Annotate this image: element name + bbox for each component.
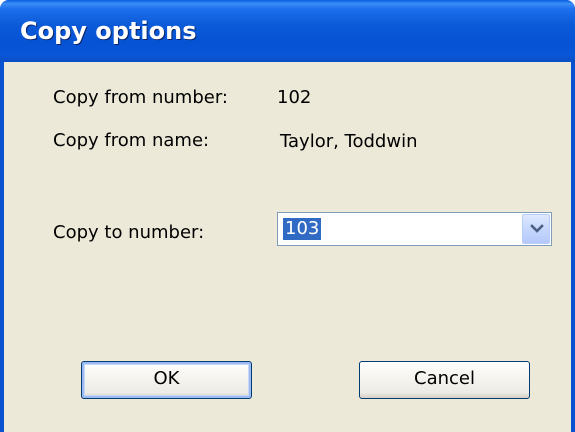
chevron-down-icon (530, 224, 544, 233)
cancel-button[interactable]: Cancel (359, 361, 530, 399)
ok-button[interactable]: OK (81, 361, 252, 399)
copy-to-number-combobox[interactable]: 103 (277, 212, 552, 246)
copy-from-number-label: Copy from number: (53, 87, 228, 108)
copy-from-name-value: Taylor, Toddwin (280, 131, 418, 152)
copy-from-number-value: 102 (277, 87, 312, 108)
copy-to-number-label: Copy to number: (53, 222, 205, 243)
title-bar[interactable]: Copy options (0, 0, 575, 62)
dialog-title: Copy options (20, 17, 197, 45)
copy-to-number-value[interactable]: 103 (283, 218, 322, 240)
dialog-body: Copy from number: 102 Copy from name: Ta… (4, 62, 571, 432)
dropdown-button[interactable] (522, 214, 550, 244)
copy-from-name-label: Copy from name: (53, 130, 210, 151)
copy-options-dialog: Copy options Copy from number: 102 Copy … (0, 0, 575, 432)
